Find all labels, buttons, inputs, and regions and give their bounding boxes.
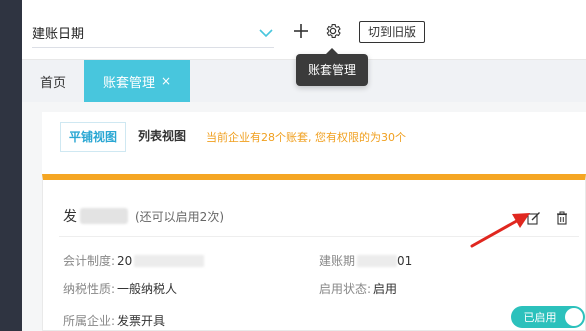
- tooltip-account-set-management: 账套管理: [296, 48, 368, 86]
- taxpayer-label: 纳税性质:: [63, 282, 116, 296]
- accounting-system-value: 20: [117, 253, 133, 268]
- row-taxpayer: 纳税性质: 一般纳税人: [63, 280, 177, 297]
- row-build-date: 建账期 01: [319, 252, 412, 269]
- row-accounting-system: 会计制度: 20: [63, 252, 205, 269]
- taxpayer-value: 一般纳税人: [117, 282, 178, 296]
- view-tabs: 平铺视图 列表视图 当前企业有28个账套, 您有权限的为30个: [60, 122, 406, 152]
- annotation-arrow: [470, 213, 530, 248]
- app-root: 建账日期 切到旧版 账套管理 首页 账套管理 × 平铺视图 列表视图 当前企业有…: [0, 0, 586, 331]
- date-select-value: 建账日期: [32, 27, 85, 42]
- tab-label: 账套管理: [102, 75, 155, 91]
- account-count-notice: 当前企业有28个账套, 您有权限的为30个: [206, 131, 407, 144]
- switch-old-version-button[interactable]: 切到旧版: [359, 21, 426, 43]
- chevron-down-icon: [258, 25, 274, 41]
- toggle-knob: [565, 308, 583, 326]
- tab-home[interactable]: 首页: [40, 72, 66, 91]
- redacted-name: [80, 208, 128, 224]
- enable-toggle[interactable]: 已启用: [511, 306, 585, 328]
- tab-account-set-management[interactable]: 账套管理 ×: [84, 60, 190, 102]
- top-header: 建账日期 切到旧版: [22, 0, 586, 60]
- gear-icon[interactable]: [324, 22, 342, 40]
- close-icon[interactable]: ×: [161, 74, 171, 88]
- add-icon[interactable]: [292, 22, 310, 40]
- toggle-label: 已启用: [523, 311, 557, 324]
- card-title-prefix: 发: [63, 209, 77, 225]
- tab-list-view[interactable]: 列表视图: [130, 122, 194, 152]
- build-date-value: 01: [397, 253, 413, 268]
- card-title: 发 (还可以启用2次): [63, 206, 224, 226]
- accounting-system-label: 会计制度:: [63, 254, 116, 268]
- row-company: 所属企业: 发票开具: [63, 312, 165, 329]
- card-enable-remaining: (还可以启用2次): [135, 209, 224, 224]
- date-select[interactable]: 建账日期: [32, 18, 274, 48]
- enable-status-value: 启用: [373, 282, 398, 296]
- company-label: 所属企业:: [63, 314, 116, 328]
- tab-tiled-view[interactable]: 平铺视图: [60, 122, 127, 152]
- row-enable-status: 启用状态: 启用: [319, 280, 397, 297]
- redacted-accounting-system: [134, 254, 205, 267]
- left-sidebar-strip: [0, 0, 22, 331]
- redacted-build-date: [357, 254, 398, 267]
- enable-status-label: 启用状态:: [319, 282, 372, 296]
- trash-icon[interactable]: [555, 210, 569, 225]
- company-value: 发票开具: [117, 314, 166, 328]
- build-date-label: 建账期: [319, 254, 356, 268]
